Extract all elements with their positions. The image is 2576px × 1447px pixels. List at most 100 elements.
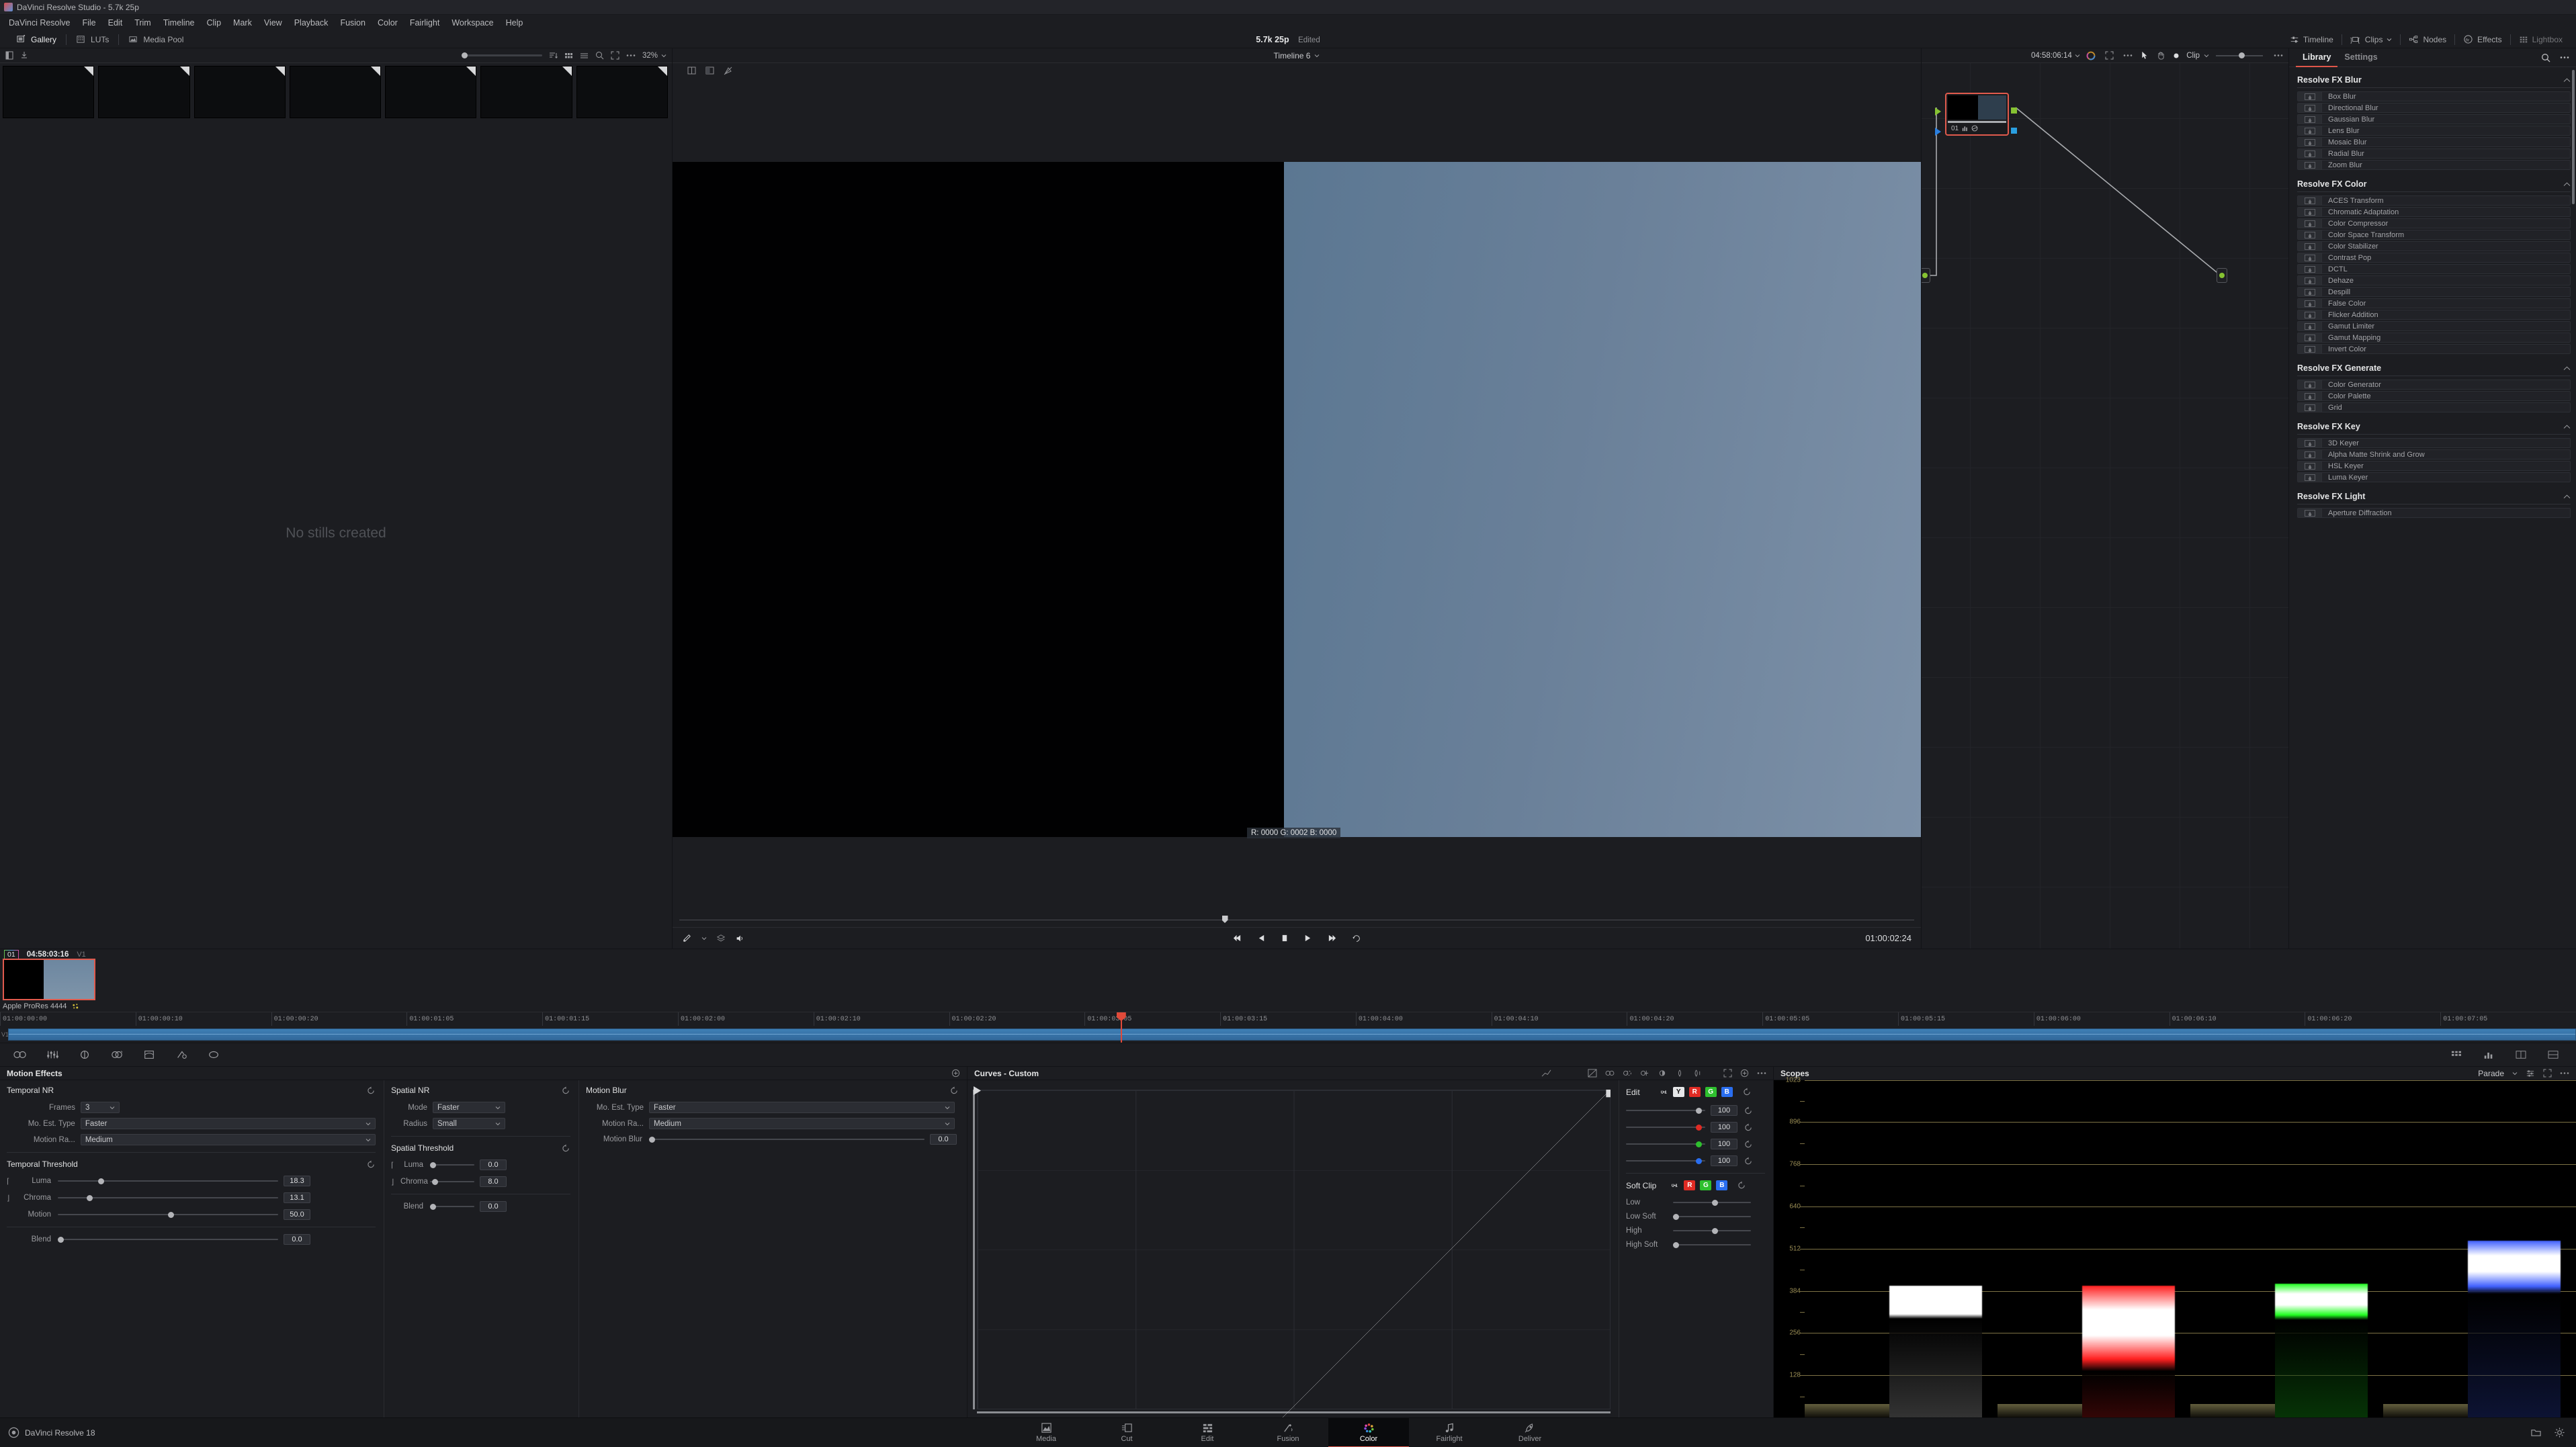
page-button-fairlight[interactable]: Fairlight bbox=[1409, 1418, 1490, 1447]
frames-dropdown[interactable]: 3 bbox=[81, 1102, 120, 1113]
gallery-options-icon[interactable] bbox=[626, 54, 636, 57]
blur-motion-range-dropdown[interactable]: Medium bbox=[649, 1118, 955, 1129]
blur-mo-est-dropdown[interactable]: Faster bbox=[649, 1102, 955, 1113]
spatial-luma-value[interactable]: 0.0 bbox=[480, 1159, 507, 1170]
menu-item-color[interactable]: Color bbox=[372, 15, 404, 31]
curve-left-bar[interactable] bbox=[973, 1090, 975, 1409]
fx-item[interactable]: Grid bbox=[2297, 402, 2571, 412]
fx-item[interactable]: Alpha Matte Shrink and Grow bbox=[2297, 449, 2571, 459]
curve-lum-sat-icon[interactable] bbox=[1658, 1069, 1667, 1078]
viewer-highlight-icon[interactable] bbox=[724, 67, 732, 75]
fx-item[interactable]: Radial Blur bbox=[2297, 148, 2571, 159]
menu-item-timeline[interactable]: Timeline bbox=[157, 15, 201, 31]
timeline-clip-bar[interactable] bbox=[8, 1028, 2576, 1041]
motion-blur-amount-value[interactable]: 0.0 bbox=[930, 1134, 957, 1145]
menu-item-playback[interactable]: Playback bbox=[288, 15, 335, 31]
curve-editor-icon[interactable] bbox=[1541, 1069, 1551, 1078]
gallery-fullscreen-icon[interactable] bbox=[611, 51, 619, 60]
page-button-deliver[interactable]: Deliver bbox=[1490, 1418, 1570, 1447]
node-output-connector[interactable] bbox=[2217, 268, 2227, 283]
fx-item[interactable]: HSL Keyer bbox=[2297, 461, 2571, 471]
softclip-chip-b[interactable]: B bbox=[1716, 1180, 1728, 1190]
add-keyframe-icon[interactable] bbox=[951, 1069, 960, 1078]
tab-library[interactable]: Library bbox=[2296, 48, 2338, 67]
gallery-thumbnail[interactable] bbox=[576, 66, 668, 118]
page-button-color[interactable]: Color bbox=[1328, 1417, 1409, 1447]
spatial-mode-dropdown[interactable]: Faster bbox=[433, 1102, 505, 1113]
timeline-toggle-button[interactable]: Timeline bbox=[2282, 31, 2342, 48]
spatial-threshold-reset-icon[interactable] bbox=[562, 1143, 570, 1153]
node-timecode-selector[interactable]: 04:58:06:14 bbox=[2031, 52, 2080, 60]
scopes-settings-icon[interactable] bbox=[2526, 1069, 2535, 1078]
menu-item-edit[interactable]: Edit bbox=[102, 15, 129, 31]
fx-item[interactable]: Gaussian Blur bbox=[2297, 114, 2571, 124]
search-icon[interactable] bbox=[2541, 53, 2550, 62]
fx-group-title[interactable]: Resolve FX Light bbox=[2297, 484, 2571, 505]
page-button-cut[interactable]: Cut bbox=[1086, 1418, 1167, 1447]
spatial-radius-dropdown[interactable]: Small bbox=[433, 1118, 505, 1129]
menu-item-help[interactable]: Help bbox=[500, 15, 529, 31]
spatial-chroma-slider[interactable] bbox=[430, 1178, 474, 1185]
curve-hue-hue-icon[interactable] bbox=[1623, 1069, 1632, 1078]
fx-item[interactable]: Flicker Addition bbox=[2297, 310, 2571, 320]
curve-sat-lum-icon[interactable] bbox=[1692, 1069, 1702, 1078]
node-output-key-port[interactable] bbox=[2011, 128, 2017, 134]
curve-hue-sat-icon[interactable] bbox=[1605, 1069, 1615, 1078]
page-button-edit[interactable]: Edit bbox=[1167, 1418, 1248, 1447]
fx-item[interactable]: Color Generator bbox=[2297, 380, 2571, 390]
menu-item-file[interactable]: File bbox=[76, 15, 101, 31]
curve-custom-icon[interactable] bbox=[1588, 1069, 1597, 1078]
timeline-ruler[interactable]: 01:00:00:00 01:00:00:10 01:00:00:20 01:00:0… bbox=[0, 1012, 2576, 1026]
gallery-button[interactable]: Gallery bbox=[7, 31, 66, 48]
curve-edit-reset-icon[interactable] bbox=[1743, 1088, 1752, 1096]
effects-options-icon[interactable] bbox=[2560, 56, 2569, 59]
play-reverse-icon[interactable] bbox=[1257, 934, 1266, 943]
gallery-thumbnail[interactable] bbox=[194, 66, 286, 118]
motion-range-dropdown[interactable]: Medium bbox=[80, 1134, 376, 1145]
fx-item[interactable]: Contrast Pop bbox=[2297, 253, 2571, 263]
window-tool-button[interactable] bbox=[198, 1045, 230, 1064]
node-01[interactable]: 01 bbox=[1935, 93, 2017, 136]
menu-item-view[interactable]: View bbox=[258, 15, 288, 31]
fx-item[interactable]: Zoom Blur bbox=[2297, 160, 2571, 170]
gallery-grid-view-icon[interactable] bbox=[564, 52, 573, 60]
fx-item[interactable]: Mosaic Blur bbox=[2297, 137, 2571, 147]
menu-item-trim[interactable]: Trim bbox=[128, 15, 157, 31]
gallery-size-slider[interactable] bbox=[461, 52, 542, 58]
channel-chip-y[interactable]: Y bbox=[1672, 1087, 1684, 1097]
fx-item[interactable]: 3D Keyer bbox=[2297, 438, 2571, 448]
gallery-split-icon[interactable] bbox=[5, 51, 13, 60]
fx-item[interactable]: DCTL bbox=[2297, 264, 2571, 274]
fx-item[interactable]: Invert Color bbox=[2297, 344, 2571, 354]
layout-presets-button[interactable] bbox=[2505, 1045, 2537, 1064]
fx-group-title[interactable]: Resolve FX Key bbox=[2297, 414, 2571, 435]
chevron-down-icon[interactable] bbox=[701, 936, 707, 941]
curve-channel-reset-icon[interactable] bbox=[1744, 1156, 1753, 1166]
spatial-blend-value[interactable]: 0.0 bbox=[480, 1201, 507, 1212]
fx-group-title[interactable]: Resolve FX Generate bbox=[2297, 355, 2571, 376]
curve-channel-slider[interactable] bbox=[1626, 1141, 1705, 1147]
fx-group-title[interactable]: Resolve FX Blur bbox=[2297, 67, 2571, 88]
play-forward-icon[interactable] bbox=[1303, 934, 1312, 943]
soft-clip-slider[interactable] bbox=[1673, 1227, 1751, 1234]
fx-item[interactable]: Directional Blur bbox=[2297, 103, 2571, 113]
curve-channel-value[interactable]: 100 bbox=[1711, 1122, 1737, 1133]
curve-channel-reset-icon[interactable] bbox=[1744, 1139, 1753, 1149]
menu-item-clip[interactable]: Clip bbox=[201, 15, 228, 31]
spatial-luma-slider[interactable] bbox=[430, 1161, 474, 1168]
color-warper-tool-button[interactable] bbox=[133, 1045, 165, 1064]
soft-clip-reset-icon[interactable] bbox=[1737, 1181, 1746, 1190]
curve-channel-value[interactable]: 100 bbox=[1711, 1139, 1737, 1149]
viewer-timeline-selector[interactable]: Timeline 6 bbox=[1274, 51, 1320, 60]
curve-graph[interactable] bbox=[973, 1086, 1611, 1409]
curve-channel-value[interactable]: 100 bbox=[1711, 1155, 1737, 1166]
scopes-fullscreen-icon[interactable] bbox=[2543, 1069, 2552, 1078]
menu-item-fairlight[interactable]: Fairlight bbox=[404, 15, 445, 31]
jump-to-end-icon[interactable] bbox=[1327, 934, 1337, 943]
softclip-chip-r[interactable]: R bbox=[1684, 1180, 1696, 1190]
hand-tool-icon[interactable] bbox=[2157, 51, 2165, 60]
loop-icon[interactable] bbox=[1352, 934, 1361, 943]
fx-item[interactable]: ACES Transform bbox=[2297, 195, 2571, 206]
soft-clip-slider[interactable] bbox=[1673, 1213, 1751, 1220]
gallery-sort-icon[interactable] bbox=[549, 52, 558, 60]
